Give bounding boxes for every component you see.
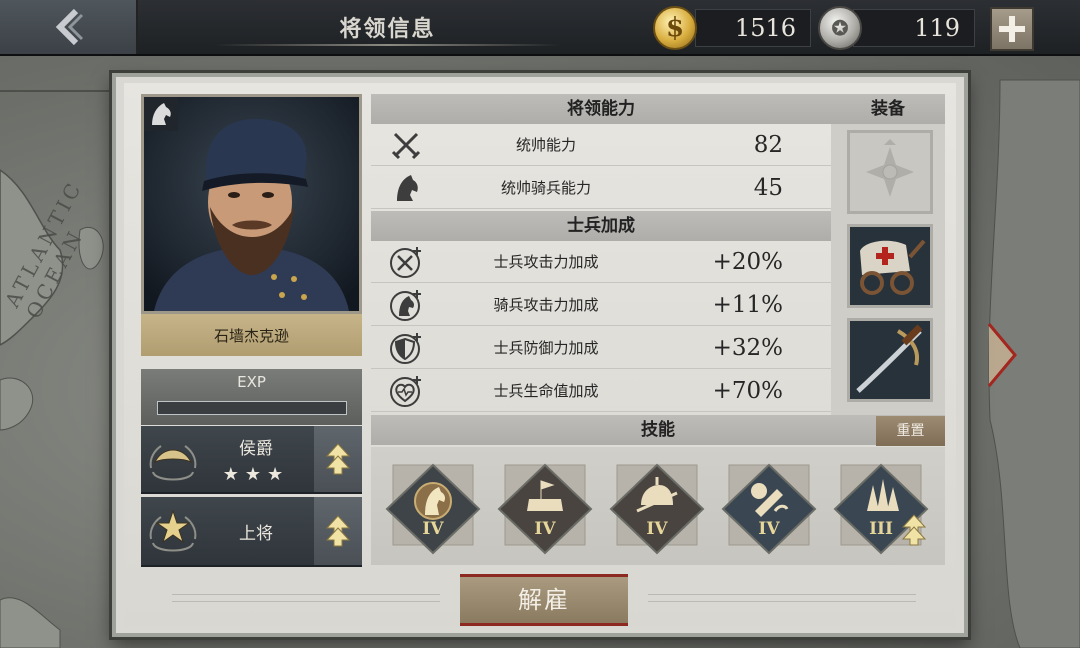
double-arrow-up-icon	[325, 515, 351, 547]
noble-title: 侯爵	[239, 439, 273, 459]
gold-counter: 1516	[695, 9, 811, 47]
panel-content: 石墙杰克逊 EXP 侯爵 ★★★ 上将 将领能力 统帅能力 82 统帅骑兵能力 …	[124, 83, 956, 627]
health-up-icon	[390, 376, 421, 407]
exp-panel: EXP	[141, 369, 362, 425]
stat-label: 统帅骑兵能力	[500, 179, 591, 197]
skill-level: IV	[646, 519, 668, 539]
silver-medal-icon: ✪	[818, 6, 862, 50]
decorative-line	[172, 594, 440, 602]
noble-title-row: 侯爵 ★★★	[141, 426, 362, 494]
double-arrow-up-icon	[325, 443, 351, 475]
ability-header: 将领能力	[371, 94, 831, 124]
skill-upgrade-arrow-icon	[901, 514, 927, 546]
skill-slot-1[interactable]: IV	[383, 461, 483, 557]
stat-label: 统帅能力	[515, 136, 576, 154]
equipment-slot-medal[interactable]	[847, 130, 933, 214]
skill-level: IV	[534, 519, 556, 539]
reset-skills-button[interactable]: 重置	[876, 416, 945, 446]
stat-row-command: 统帅能力 82	[371, 124, 831, 166]
cavalry-class-badge	[144, 97, 178, 131]
plus-icon	[999, 16, 1025, 42]
general-info-panel: 石墙杰克逊 EXP 侯爵 ★★★ 上将 将领能力 统帅能力 82 统帅骑兵能力 …	[112, 73, 968, 637]
exp-label: EXP	[237, 373, 266, 391]
upgrade-rank-button[interactable]	[314, 497, 362, 565]
infantry-helmet-skill-icon	[609, 463, 705, 555]
bonus-header: 士兵加成	[371, 211, 831, 241]
skills-area: IV IV IV IV III	[371, 447, 945, 565]
skill-slot-3[interactable]: IV	[607, 461, 707, 557]
stat-label: 士兵攻击力加成	[493, 253, 599, 271]
general-name: 石墙杰克逊	[141, 314, 362, 356]
medal-amount: 119	[914, 14, 960, 42]
stat-label: 士兵防御力加成	[493, 339, 599, 357]
stat-value: +20%	[712, 249, 783, 275]
artillery-shell-skill-icon	[721, 463, 817, 555]
cavalry-attack-up-icon	[390, 290, 421, 321]
title-stars: ★★★	[222, 464, 290, 485]
general-portrait	[141, 94, 362, 314]
decorative-line	[648, 594, 916, 602]
equipment-slot-cart[interactable]	[847, 224, 933, 308]
medal-counter: 119	[853, 9, 975, 47]
skill-slot-2[interactable]: IV	[495, 461, 595, 557]
bicorne-hat-icon	[149, 445, 197, 481]
defense-up-icon	[390, 333, 421, 364]
gold-amount: 1516	[734, 14, 796, 42]
stat-label: 骑兵攻击力加成	[493, 296, 599, 314]
stat-row-cavalry-command: 统帅骑兵能力 45	[371, 167, 831, 209]
skill-level: IV	[758, 519, 780, 539]
crossed-swords-icon	[391, 132, 421, 160]
stat-value: +11%	[712, 292, 783, 318]
fortification-flag-skill-icon	[497, 463, 593, 555]
skill-slot-5[interactable]: III	[831, 461, 931, 557]
horse-head-icon	[152, 103, 171, 125]
skill-slot-4[interactable]: IV	[719, 461, 819, 557]
stat-label: 士兵生命值加成	[493, 382, 599, 400]
cavalry-horse-skill-icon	[385, 463, 481, 555]
ambulance-cart-icon	[850, 227, 930, 305]
title-underline	[215, 44, 560, 46]
next-general-button[interactable]	[985, 322, 1019, 388]
rank-star-icon	[149, 509, 197, 552]
dismiss-button[interactable]: 解雇	[460, 574, 628, 626]
empty-medal-slot-icon	[850, 133, 930, 211]
skills-header: 技能	[371, 415, 945, 445]
military-rank: 上将	[239, 524, 273, 544]
military-rank-row: 上将	[141, 497, 362, 567]
chevron-right-icon	[987, 323, 1017, 387]
stat-value: +70%	[712, 378, 783, 404]
stat-value: +32%	[712, 335, 783, 361]
stat-row-defense-bonus: 士兵防御力加成 +32%	[371, 327, 831, 369]
back-arrow-icon	[55, 8, 84, 46]
add-currency-button[interactable]	[990, 7, 1034, 51]
upgrade-title-button[interactable]	[314, 426, 362, 492]
top-bar: 将领信息 1516 $ 119 ✪	[0, 0, 1080, 56]
equipment-header: 装备	[831, 94, 945, 124]
exp-bar	[157, 401, 347, 415]
equipment-column	[831, 124, 945, 415]
stat-row-attack-bonus: 士兵攻击力加成 +20%	[371, 241, 831, 283]
skill-level: IV	[422, 519, 444, 539]
attack-up-icon	[390, 247, 421, 278]
back-button[interactable]	[0, 0, 138, 54]
equipment-slot-weapon[interactable]	[847, 318, 933, 402]
stat-value: 45	[753, 175, 783, 201]
stat-value: 82	[753, 132, 783, 158]
stat-row-cavalry-attack-bonus: 骑兵攻击力加成 +11%	[371, 284, 831, 326]
stat-row-health-bonus: 士兵生命值加成 +70%	[371, 370, 831, 412]
gold-coin-icon: $	[653, 6, 697, 50]
horse-head-icon	[397, 175, 418, 201]
cavalry-sabre-icon	[850, 321, 930, 399]
